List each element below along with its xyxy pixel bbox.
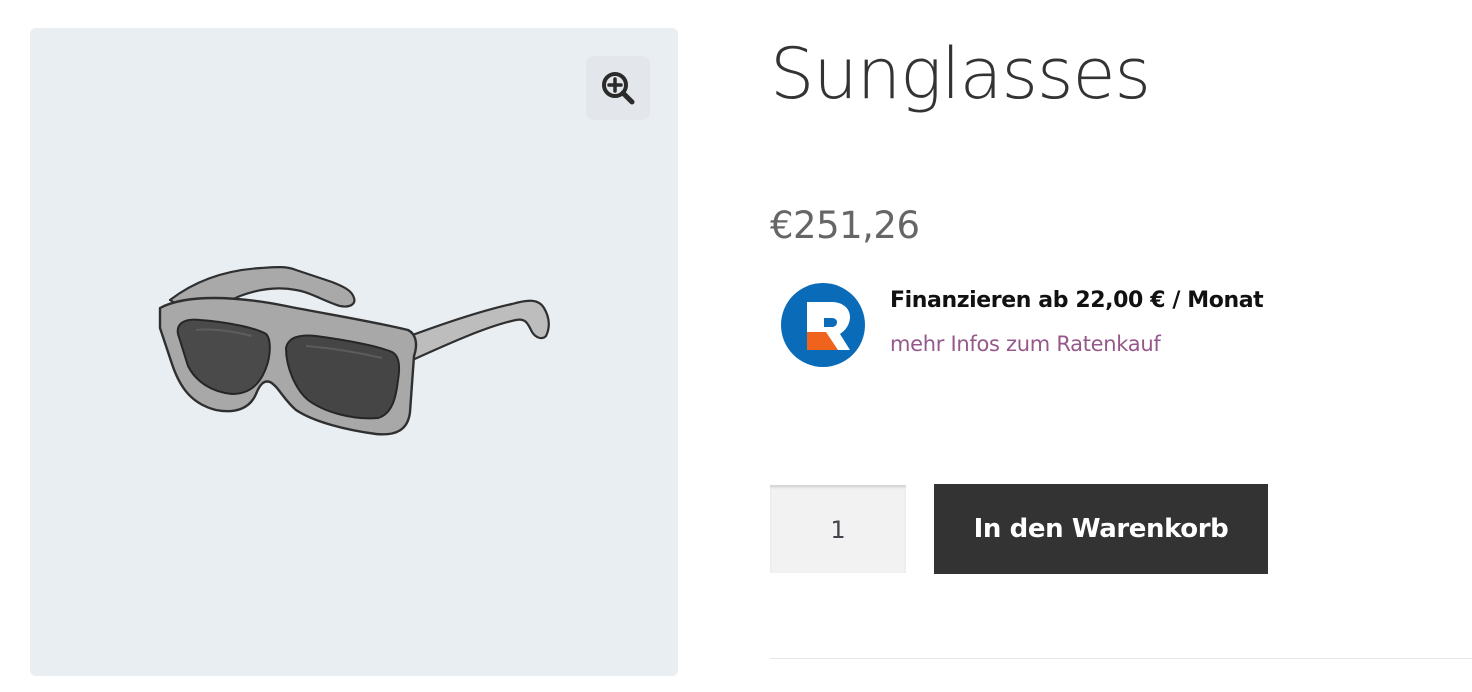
zoom-button[interactable]	[586, 56, 650, 120]
sunglasses-product-image[interactable]	[156, 264, 556, 444]
product-summary: Sunglasses €251,26 Finanzieren ab 22,00 …	[770, 0, 1472, 692]
product-title: Sunglasses	[770, 33, 1151, 115]
quantity-input[interactable]	[770, 485, 906, 573]
ratenkauf-logo[interactable]	[780, 282, 866, 368]
product-price: €251,26	[770, 204, 920, 247]
financing-widget: Finanzieren ab 22,00 € / Monat mehr Info…	[780, 282, 1340, 372]
zoom-in-icon	[602, 72, 635, 105]
product-gallery	[30, 28, 678, 676]
ratenkauf-info-link[interactable]: mehr Infos zum Ratenkauf	[890, 332, 1161, 356]
add-to-cart-button[interactable]: In den Warenkorb	[934, 484, 1268, 574]
financing-headline: Finanzieren ab 22,00 € / Monat	[890, 288, 1264, 313]
divider	[770, 658, 1472, 659]
product-page: Sunglasses €251,26 Finanzieren ab 22,00 …	[0, 0, 1472, 692]
